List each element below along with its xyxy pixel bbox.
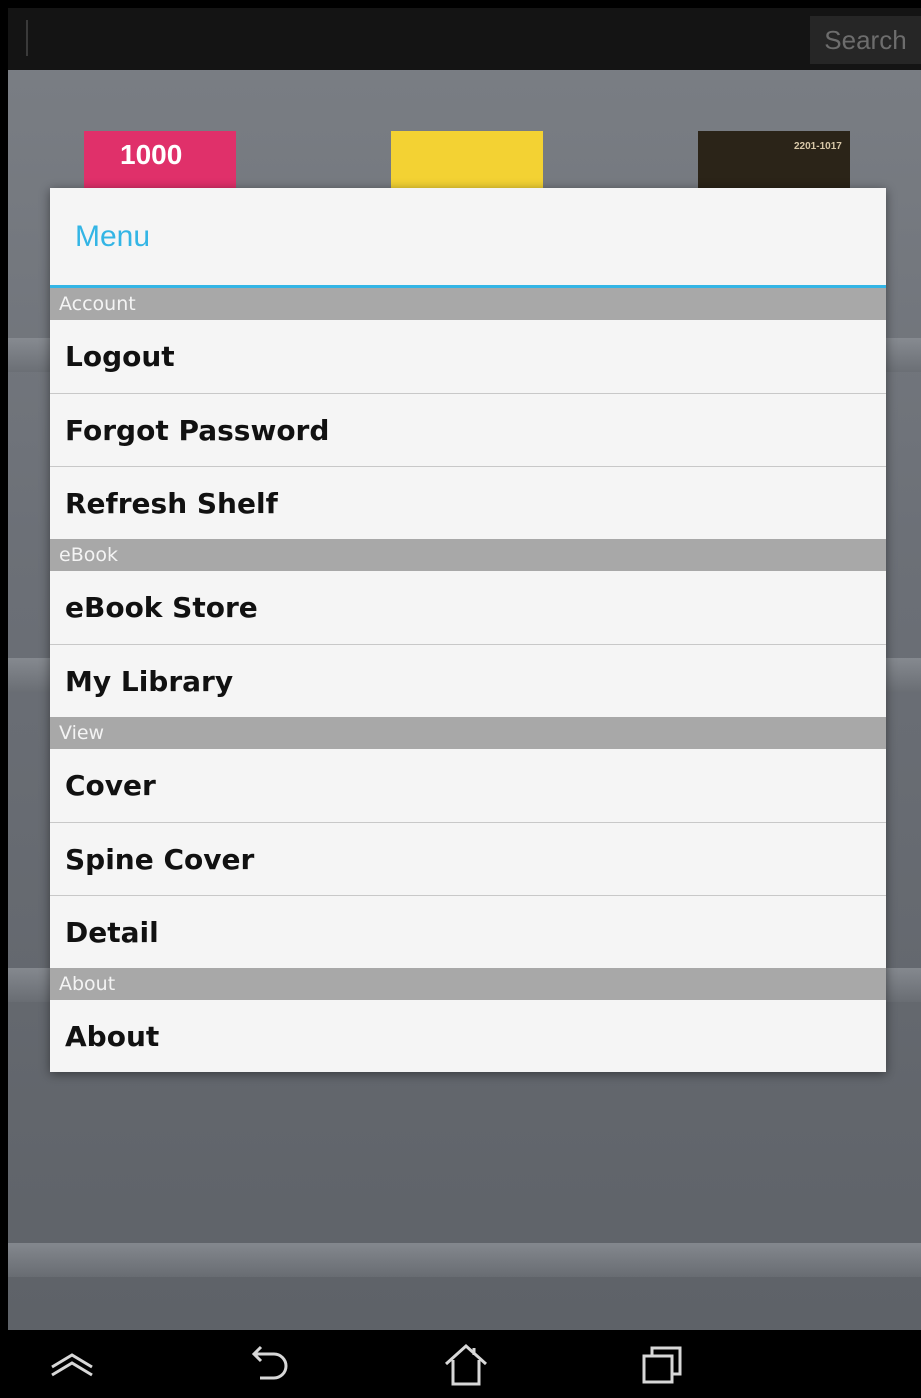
chevron-up-icon[interactable] (42, 1340, 102, 1390)
search-button[interactable]: Search (810, 16, 921, 64)
shelf (8, 1243, 921, 1277)
book-cover-text: 2201-1017 (794, 141, 842, 152)
section-header-view: View (50, 717, 886, 749)
menu-item-my-library[interactable]: My Library (50, 644, 886, 717)
search-input[interactable] (26, 20, 808, 56)
book-cover[interactable] (391, 131, 543, 189)
section-header-ebook: eBook (50, 539, 886, 571)
menu-item-refresh-shelf[interactable]: Refresh Shelf (50, 466, 886, 539)
menu-item-logout[interactable]: Logout (50, 320, 886, 393)
top-bar: Search (8, 8, 921, 70)
back-icon[interactable] (240, 1340, 300, 1390)
menu-dialog: Menu Account Logout Forgot Password Refr… (50, 188, 886, 1072)
section-header-about: About (50, 968, 886, 1000)
menu-item-cover[interactable]: Cover (50, 749, 886, 822)
dialog-title: Menu (50, 188, 886, 288)
navigation-bar (8, 1330, 921, 1398)
menu-item-spine-cover[interactable]: Spine Cover (50, 822, 886, 895)
book-cover[interactable]: 2201-1017 (698, 131, 850, 189)
book-cover-text: 1000 (120, 139, 183, 170)
menu-item-ebook-store[interactable]: eBook Store (50, 571, 886, 644)
home-icon[interactable] (436, 1340, 496, 1390)
section-header-account: Account (50, 288, 886, 320)
menu-item-forgot-password[interactable]: Forgot Password (50, 393, 886, 466)
device-frame: Search 1000 2201-1017 Menu Account Logou… (0, 0, 921, 1398)
recent-apps-icon[interactable] (632, 1340, 692, 1390)
menu-item-detail[interactable]: Detail (50, 895, 886, 968)
book-cover[interactable]: 1000 (84, 131, 236, 189)
menu-item-about[interactable]: About (50, 1000, 886, 1073)
